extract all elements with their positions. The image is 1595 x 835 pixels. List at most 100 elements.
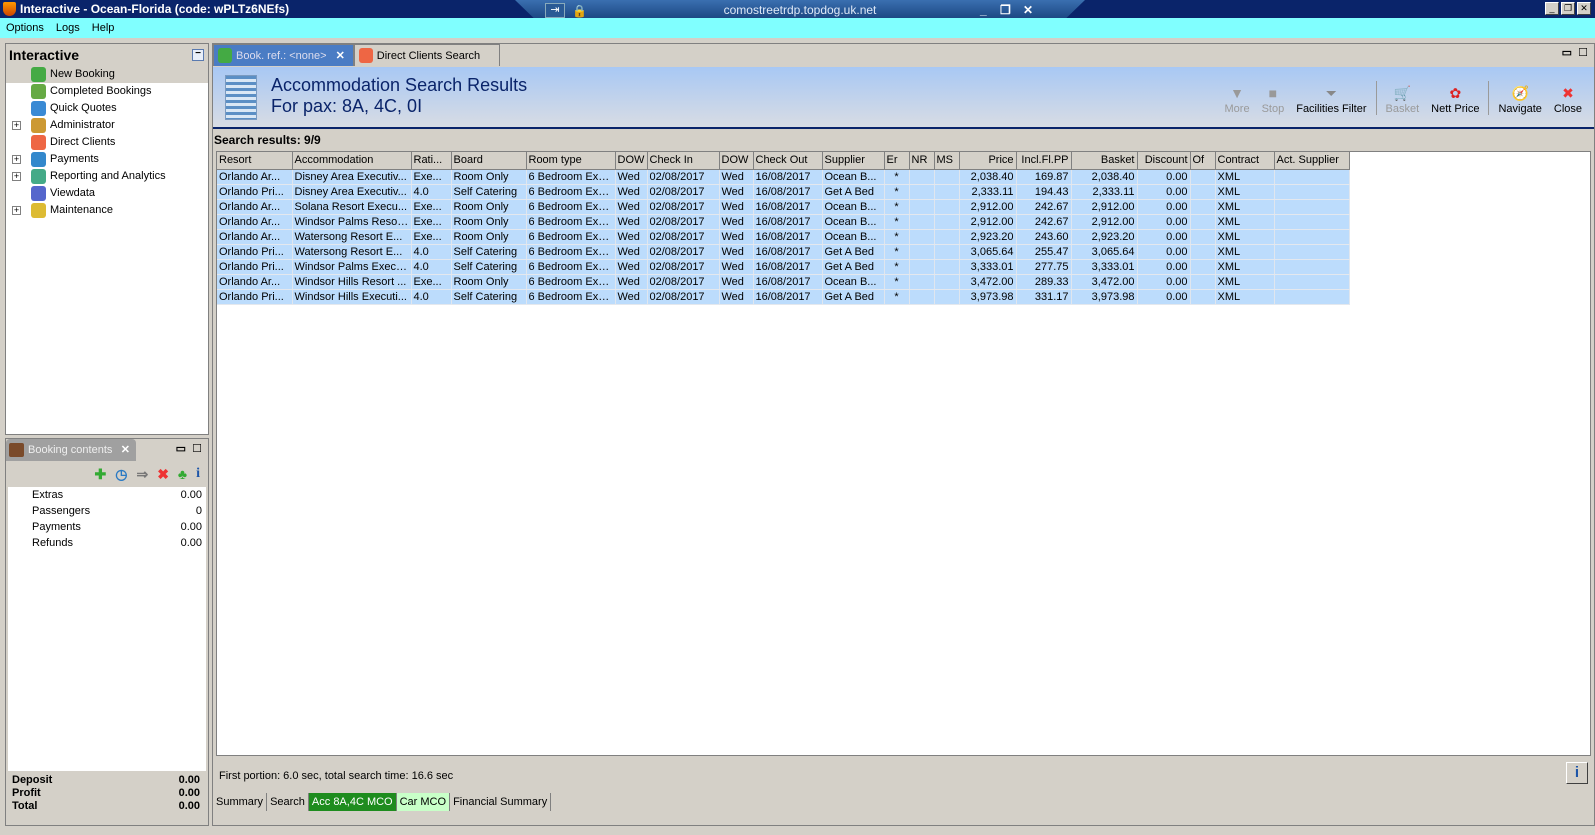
table-cell: 6 Bedroom Exe...	[526, 244, 616, 260]
column-header[interactable]: Incl.Fl.PP	[1016, 152, 1072, 170]
table-cell: 02/08/2017	[647, 274, 720, 290]
column-header[interactable]: Supplier	[822, 152, 885, 170]
maximize-icon[interactable]: ☐	[192, 442, 202, 455]
table-cell: Ocean B...	[822, 229, 885, 245]
bottom-tab[interactable]: Acc 8A,4C MCO	[308, 793, 397, 811]
column-header[interactable]: Contract	[1215, 152, 1275, 170]
table-row[interactable]: Orlando Pri... Disney Area Executiv... 4.0…	[217, 184, 1350, 200]
table-row[interactable]: Orlando Ar... Solana Resort Execu... Exe..…	[217, 199, 1350, 215]
nav-item[interactable]: + Maintenance	[6, 202, 208, 219]
restore-button[interactable]: ❐	[1561, 2, 1575, 15]
table-cell: 2,912.00	[959, 199, 1017, 215]
column-header[interactable]: Board	[451, 152, 527, 170]
column-header[interactable]: Accommodation	[292, 152, 412, 170]
menu-bar: Options Logs Help	[0, 18, 1595, 38]
nav-item[interactable]: Viewdata	[6, 185, 208, 202]
expand-icon[interactable]: +	[12, 206, 21, 215]
table-cell: Self Catering	[451, 244, 527, 260]
close-icon[interactable]: ✕	[121, 439, 130, 461]
menu-options[interactable]: Options	[6, 22, 44, 34]
column-header[interactable]: Resort	[217, 152, 293, 170]
table-cell: 2,923.20	[959, 229, 1017, 245]
toolbar-basket-button[interactable]: 🛒 Basket	[1380, 83, 1426, 115]
minimize-button[interactable]: _	[1545, 2, 1559, 15]
table-cell: 0.00	[1137, 199, 1191, 215]
column-header[interactable]: Er	[884, 152, 910, 170]
column-header[interactable]: Basket	[1071, 152, 1138, 170]
bottom-tab[interactable]: Financial Summary	[450, 793, 552, 811]
tab[interactable]: Book. ref.: <none> ✕	[213, 44, 354, 66]
toolbar-more-button[interactable]: ▼ More	[1219, 83, 1256, 115]
add-icon[interactable]: ✚	[95, 466, 107, 483]
bottom-tab[interactable]: Summary	[213, 793, 268, 811]
toolbar-stop-button[interactable]: ■ Stop	[1256, 83, 1291, 115]
menu-help[interactable]: Help	[92, 22, 115, 34]
nav-item-label: Reporting and Analytics	[50, 170, 166, 182]
column-header[interactable]: Price	[959, 152, 1017, 170]
nav-item[interactable]: Quick Quotes	[6, 100, 208, 117]
toolbar-nett-price-button[interactable]: ✿ Nett Price	[1425, 83, 1485, 115]
close-tab-icon[interactable]: ✕	[333, 50, 345, 62]
toolbar-navigate-button[interactable]: 🧭 Navigate	[1492, 83, 1547, 115]
table-row[interactable]: Orlando Pri... Windsor Palms Execu... 4.0 S…	[217, 259, 1350, 275]
table-cell: XML	[1215, 214, 1275, 230]
toolbar-close-button[interactable]: ✖ Close	[1548, 83, 1588, 115]
table-row[interactable]: Orlando Ar... Windsor Hills Resort ... Exe…	[217, 274, 1350, 290]
column-header[interactable]: Room type	[526, 152, 616, 170]
maximize-icon[interactable]: ☐	[1578, 46, 1588, 59]
minimize-icon[interactable]: ▭	[1562, 46, 1572, 59]
table-cell: 289.33	[1016, 274, 1072, 290]
column-header[interactable]: DOW	[615, 152, 648, 170]
table-cell	[909, 214, 935, 230]
column-header[interactable]: NR	[909, 152, 935, 170]
clock-icon[interactable]: ◷	[115, 466, 127, 483]
column-header[interactable]: Check Out	[753, 152, 823, 170]
pin-icon[interactable]: ⇥	[545, 3, 565, 18]
rdp-close-icon[interactable]: ✕	[1023, 0, 1033, 20]
table-row[interactable]: Orlando Pri... Watersong Resort E... 4.0 Se…	[217, 244, 1350, 260]
toolbar-facilities-filter-button[interactable]: ⏷ Facilities Filter	[1290, 83, 1372, 115]
column-header[interactable]: Of	[1190, 152, 1216, 170]
bottom-tab[interactable]: Car MCO	[396, 793, 451, 811]
table-cell: 2,912.00	[1071, 214, 1138, 230]
minimize-icon[interactable]: ▭	[176, 442, 186, 455]
nav-item[interactable]: + Payments	[6, 151, 208, 168]
expand-icon[interactable]: +	[12, 121, 21, 130]
tool-label: Nett Price	[1431, 103, 1480, 115]
bottom-tab[interactable]: Search	[267, 793, 309, 811]
rdp-minimize-icon[interactable]: _	[980, 0, 987, 20]
close-button[interactable]: ✕	[1577, 2, 1591, 15]
menu-logs[interactable]: Logs	[56, 22, 80, 34]
table-row[interactable]: Orlando Pri... Windsor Hills Executi... 4.…	[217, 289, 1350, 305]
column-header[interactable]: Check In	[647, 152, 720, 170]
total-value: 0.00	[178, 774, 200, 786]
booking-contents-tab[interactable]: Booking contents ✕	[6, 439, 136, 461]
nav-item[interactable]: Direct Clients	[6, 134, 208, 151]
table-cell	[909, 199, 935, 215]
info-icon[interactable]: i	[196, 466, 200, 483]
nav-item[interactable]: + Reporting and Analytics	[6, 168, 208, 185]
delete-icon[interactable]: ✖	[157, 466, 169, 483]
column-header[interactable]: Act. Supplier	[1274, 152, 1350, 170]
table-row[interactable]: Orlando Ar... Disney Area Executiv... Exe.…	[217, 169, 1350, 185]
column-header[interactable]: Rati...	[411, 152, 452, 170]
column-header[interactable]: DOW	[719, 152, 754, 170]
basket-arrow-icon[interactable]: ⇒	[136, 466, 148, 483]
table-row[interactable]: Orlando Ar... Windsor Palms Resor... Exe..…	[217, 214, 1350, 230]
nav-item[interactable]: Completed Bookings	[6, 83, 208, 100]
table-row[interactable]: Orlando Ar... Watersong Resort E... Exe...…	[217, 229, 1350, 245]
expand-icon[interactable]: +	[12, 172, 21, 181]
tab[interactable]: Direct Clients Search	[353, 44, 500, 66]
expand-icon[interactable]: +	[12, 155, 21, 164]
page-title: Accommodation Search Results	[271, 75, 528, 95]
collapse-icon[interactable]: −	[192, 49, 204, 61]
report-icon	[31, 169, 46, 184]
rdp-restore-icon[interactable]: ❐	[1000, 0, 1011, 20]
palm-tree-icon[interactable]: ♣	[178, 466, 187, 483]
table-cell: XML	[1215, 229, 1275, 245]
nav-item[interactable]: New Booking	[6, 66, 208, 83]
column-header[interactable]: MS	[934, 152, 960, 170]
nav-item[interactable]: + Administrator	[6, 117, 208, 134]
info-button[interactable]: i	[1566, 762, 1588, 784]
column-header[interactable]: Discount	[1137, 152, 1191, 170]
